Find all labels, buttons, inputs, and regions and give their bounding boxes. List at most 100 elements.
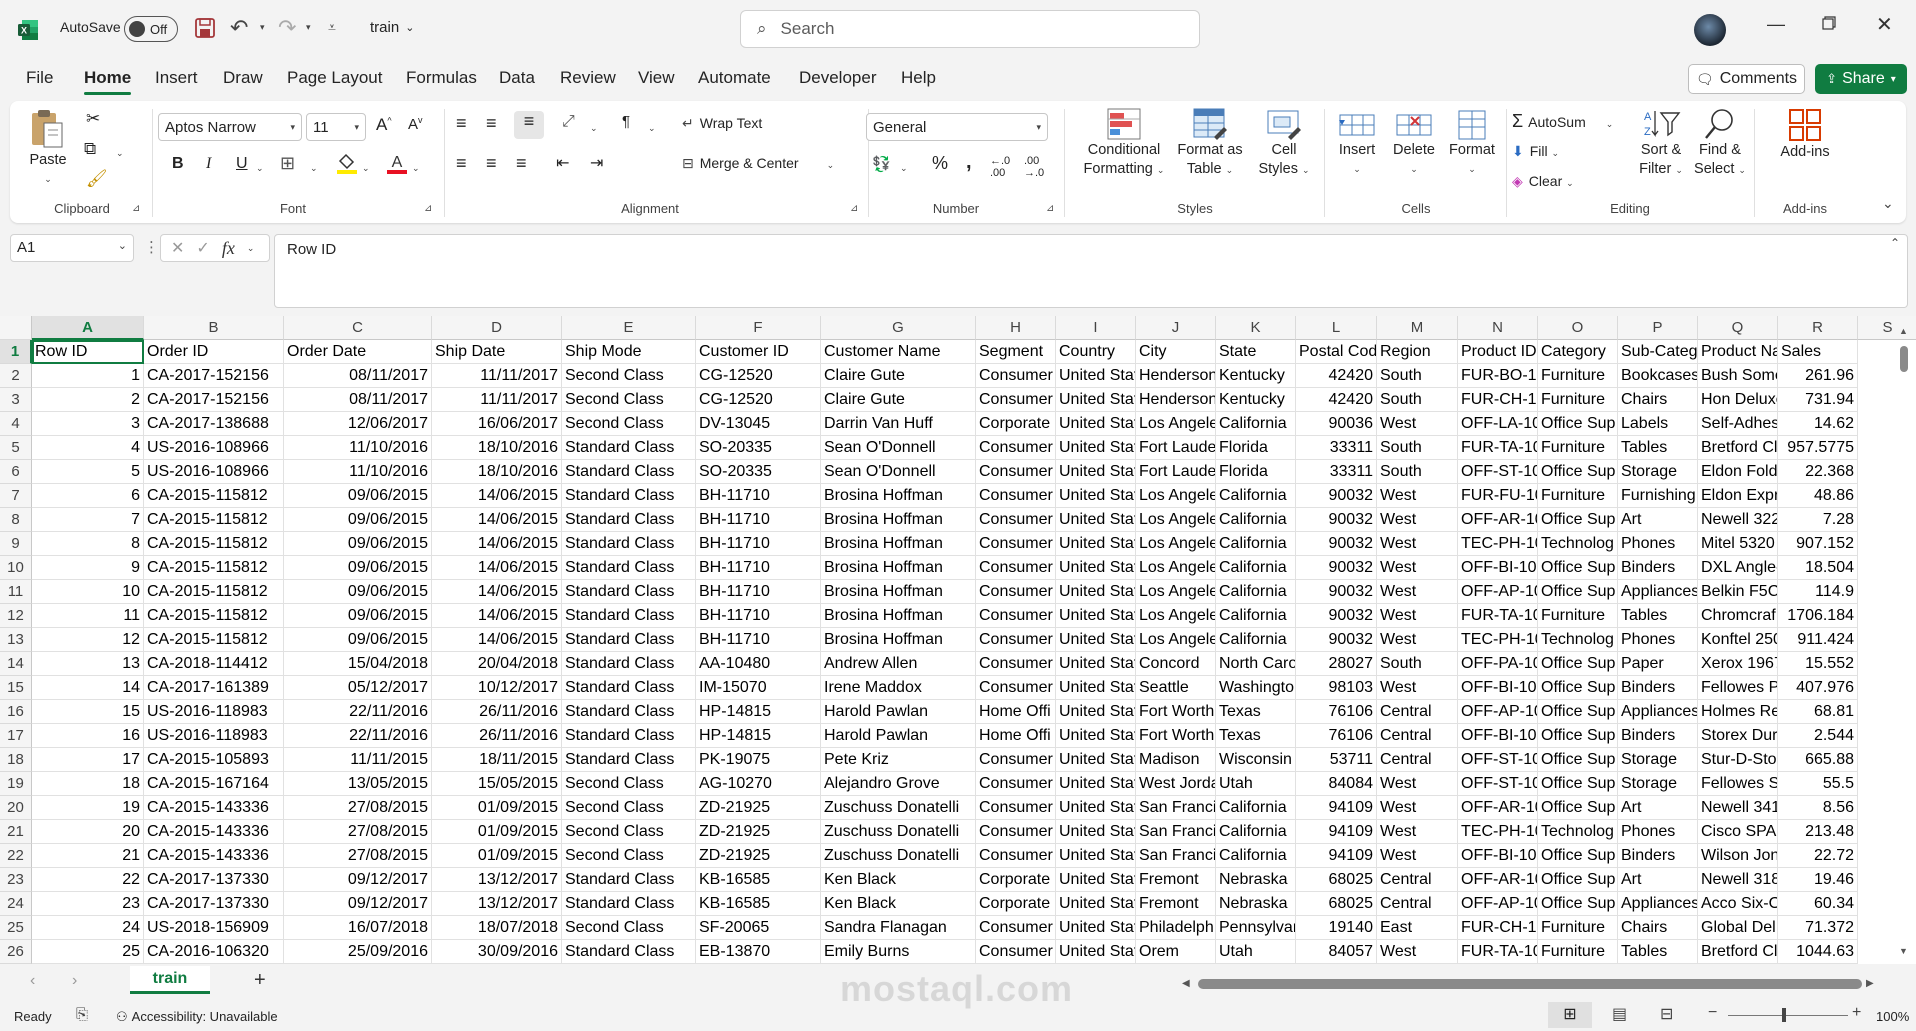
table-cell[interactable]: North Caro	[1216, 652, 1296, 676]
table-cell[interactable]: Tables	[1618, 436, 1698, 460]
table-cell[interactable]: CA-2015-115812	[144, 532, 284, 556]
table-cell[interactable]: Fellowes P	[1698, 676, 1778, 700]
table-cell[interactable]: Standard Class	[562, 604, 696, 628]
table-cell[interactable]: Alejandro Grove	[821, 772, 976, 796]
table-cell[interactable]: 18/10/2016	[432, 436, 562, 460]
table-cell[interactable]: BH-11710	[696, 484, 821, 508]
table-cell[interactable]: 90032	[1296, 580, 1377, 604]
table-cell[interactable]: DXL Angle-	[1698, 556, 1778, 580]
table-cell[interactable]: Washingto	[1216, 676, 1296, 700]
zoom-slider-track[interactable]	[1728, 1015, 1848, 1016]
table-cell[interactable]: OFF-AR-10	[1458, 796, 1538, 820]
insert-function-icon[interactable]: fx	[222, 238, 235, 259]
table-cell[interactable]: ZD-21925	[696, 796, 821, 820]
table-cell[interactable]: United Stat	[1056, 580, 1136, 604]
table-cell[interactable]: Technolog	[1538, 628, 1618, 652]
column-header-f[interactable]: F	[696, 316, 821, 340]
table-cell[interactable]: Los Angele	[1136, 556, 1216, 580]
table-cell[interactable]: Office Sup	[1538, 580, 1618, 604]
column-header-o[interactable]: O	[1538, 316, 1618, 340]
text-direction-dropdown-icon[interactable]: ⌄	[648, 118, 656, 134]
table-cell[interactable]: Office Sup	[1538, 652, 1618, 676]
table-cell[interactable]: 27/08/2015	[284, 796, 432, 820]
tab-view[interactable]: View	[638, 68, 675, 88]
table-cell[interactable]: Phones	[1618, 532, 1698, 556]
font-family-combo[interactable]: Aptos Narrow ▾	[158, 113, 302, 141]
row-header[interactable]: 8	[0, 508, 32, 532]
column-header-d[interactable]: D	[432, 316, 562, 340]
table-cell[interactable]: Standard Class	[562, 436, 696, 460]
table-cell[interactable]: San Franci	[1136, 796, 1216, 820]
table-cell[interactable]: Zuschuss Donatelli	[821, 820, 976, 844]
undo-icon[interactable]: ↶	[230, 15, 248, 41]
row-header[interactable]: 17	[0, 724, 32, 748]
row-header[interactable]: 1	[0, 340, 32, 364]
table-cell[interactable]: 10/12/2017	[432, 676, 562, 700]
table-cell[interactable]: Consumer	[976, 748, 1056, 772]
table-cell[interactable]: 19140	[1296, 916, 1377, 940]
font-color-icon[interactable]: A	[386, 151, 408, 178]
table-cell[interactable]: 11/11/2017	[432, 388, 562, 412]
table-cell[interactable]: Furniture	[1538, 484, 1618, 508]
table-cell[interactable]: OFF-BI-10	[1458, 724, 1538, 748]
table-cell[interactable]: AG-10270	[696, 772, 821, 796]
table-cell[interactable]: 90032	[1296, 628, 1377, 652]
table-cell[interactable]: FUR-CH-10	[1458, 388, 1538, 412]
save-icon[interactable]	[194, 17, 216, 39]
table-cell[interactable]: Storage	[1618, 772, 1698, 796]
tab-file[interactable]: File	[26, 68, 53, 88]
header-cell[interactable]: Region	[1377, 340, 1458, 364]
table-cell[interactable]: Art	[1618, 508, 1698, 532]
table-cell[interactable]: West	[1377, 412, 1458, 436]
column-header-b[interactable]: B	[144, 316, 284, 340]
tab-home[interactable]: Home	[84, 68, 132, 95]
table-cell[interactable]: Office Sup	[1538, 796, 1618, 820]
table-cell[interactable]: OFF-BI-10	[1458, 556, 1538, 580]
table-cell[interactable]: Consumer	[976, 436, 1056, 460]
column-header-a[interactable]: A	[32, 316, 144, 340]
table-cell[interactable]: 68025	[1296, 868, 1377, 892]
table-cell[interactable]: US-2016-108966	[144, 460, 284, 484]
align-middle-icon[interactable]: ≡	[486, 113, 497, 134]
table-cell[interactable]: Los Angele	[1136, 580, 1216, 604]
table-cell[interactable]: West	[1377, 844, 1458, 868]
table-cell[interactable]: 2.544	[1778, 724, 1858, 748]
column-header-h[interactable]: H	[976, 316, 1056, 340]
macro-record-icon[interactable]: ⎘	[76, 1006, 88, 1023]
table-cell[interactable]: United Stat	[1056, 460, 1136, 484]
number-format-combo[interactable]: General ▾	[866, 113, 1048, 141]
table-cell[interactable]: United Stat	[1056, 724, 1136, 748]
table-cell[interactable]: 28027	[1296, 652, 1377, 676]
table-cell[interactable]: Wilson Jon	[1698, 844, 1778, 868]
table-cell[interactable]: Standard Class	[562, 868, 696, 892]
table-cell[interactable]: PK-19075	[696, 748, 821, 772]
row-header[interactable]: 5	[0, 436, 32, 460]
table-cell[interactable]: Orem	[1136, 940, 1216, 964]
table-cell[interactable]: 7	[32, 508, 144, 532]
search-box[interactable]: ⌕ Search	[740, 10, 1200, 48]
table-cell[interactable]: Second Class	[562, 844, 696, 868]
table-cell[interactable]: 10	[32, 580, 144, 604]
table-cell[interactable]: 24	[32, 916, 144, 940]
table-cell[interactable]: United Stat	[1056, 748, 1136, 772]
table-cell[interactable]: 84084	[1296, 772, 1377, 796]
borders-icon[interactable]: ⊞	[280, 153, 295, 174]
row-header[interactable]: 26	[0, 940, 32, 964]
row-header[interactable]: 20	[0, 796, 32, 820]
redo-icon[interactable]: ↷	[278, 15, 296, 41]
table-cell[interactable]: FUR-TA-10	[1458, 436, 1538, 460]
table-cell[interactable]: 90032	[1296, 508, 1377, 532]
autosum-button[interactable]: Σ AutoSum ⌄	[1512, 111, 1613, 132]
row-header[interactable]: 16	[0, 700, 32, 724]
table-cell[interactable]: 14/06/2015	[432, 532, 562, 556]
add-ins-button[interactable]: Add-ins	[1760, 107, 1850, 162]
table-cell[interactable]: Second Class	[562, 772, 696, 796]
table-cell[interactable]: Consumer	[976, 796, 1056, 820]
dialog-launcher-icon[interactable]: ⊿	[1046, 203, 1054, 214]
table-cell[interactable]: Binders	[1618, 676, 1698, 700]
table-cell[interactable]: Corporate	[976, 892, 1056, 916]
table-cell[interactable]: 09/06/2015	[284, 628, 432, 652]
close-icon[interactable]: ✕	[1876, 12, 1893, 37]
table-cell[interactable]: Consumer	[976, 484, 1056, 508]
table-cell[interactable]: Kentucky	[1216, 364, 1296, 388]
